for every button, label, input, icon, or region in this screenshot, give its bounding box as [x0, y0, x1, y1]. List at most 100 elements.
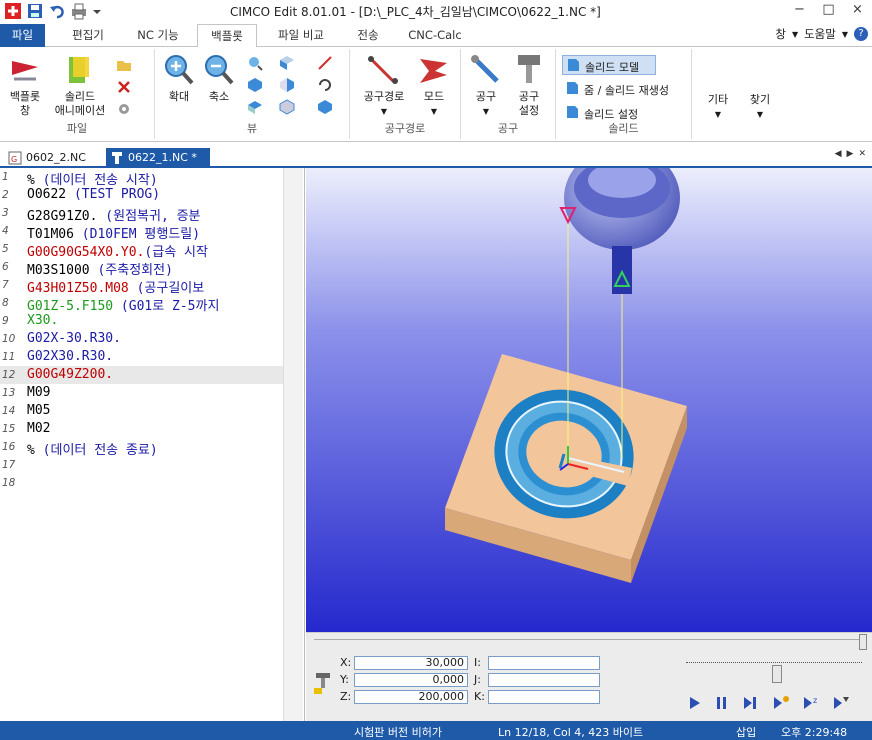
code-line[interactable]: 17: [0, 456, 290, 474]
code-line[interactable]: 12 G00G49Z200.: [0, 366, 290, 384]
tabs-scroll-right-icon[interactable]: ▶: [847, 149, 854, 159]
z-step-button[interactable]: z: [802, 695, 820, 714]
tab-backplot[interactable]: 백플롯: [197, 24, 257, 48]
editor-scrollbar[interactable]: [283, 168, 303, 721]
tab-editor[interactable]: 편집기: [60, 24, 116, 47]
code-editor[interactable]: 1% (데이터 전송 시작) 2 O0622 (TEST PROG) 3 G28G91Z…: [0, 168, 305, 721]
ribbon-group-view: 확대 축소 뷰: [155, 49, 350, 139]
view-side-icon[interactable]: [279, 99, 295, 115]
tabs-scroll-left-icon[interactable]: ◀: [835, 149, 842, 159]
backplot-viewport[interactable]: [306, 146, 872, 632]
code-line[interactable]: 18: [0, 474, 290, 492]
view-iso-icon[interactable]: [247, 77, 263, 93]
code-line[interactable]: 3 G28G91Z0. (원점복귀, 증분: [0, 204, 290, 222]
code-line[interactable]: 16% (데이터 전송 종료): [0, 438, 290, 456]
code-token: G00G90G54X0.Y0.: [27, 245, 145, 258]
tab-file[interactable]: 파일: [0, 24, 45, 47]
tab-transfer[interactable]: 전송: [346, 24, 390, 47]
code-token: G00G49Z200.: [27, 367, 114, 382]
code-line[interactable]: 7 G43H01Z50.M08 (공구길이보: [0, 276, 290, 294]
view-right-icon[interactable]: [279, 77, 295, 93]
progress-slider[interactable]: [859, 634, 867, 650]
code-line[interactable]: 8 G01Z-5.F150 (G01로 Z-5까지: [0, 294, 290, 312]
progress-track[interactable]: [314, 639, 866, 651]
code-line[interactable]: 2 O0622 (TEST PROG): [0, 186, 290, 204]
view-top-icon[interactable]: [247, 99, 263, 115]
toolpath-button[interactable]: 공구경로 ▼: [356, 53, 412, 119]
code-token: M09: [27, 385, 51, 400]
solid-settings-icon: [567, 106, 578, 118]
doc-tab-0622-1[interactable]: 0622_1.NC *: [106, 148, 210, 168]
doc-tab-0602-2[interactable]: G 0602_2.NC: [4, 148, 104, 168]
trial-notice: 시험판 버전 비허가: [354, 726, 442, 739]
backplot-window-button[interactable]: 백플롯 창: [4, 53, 46, 118]
step-forward-button[interactable]: [742, 695, 760, 714]
zoom-out-button[interactable]: 축소: [201, 53, 237, 104]
play-button[interactable]: [686, 695, 702, 714]
tab-cnc-calc[interactable]: CNC-Calc: [400, 24, 470, 47]
view-front-icon[interactable]: [279, 55, 295, 71]
speed-slider[interactable]: [772, 665, 782, 683]
code-token: M03S1000: [27, 263, 98, 276]
tool-setup-button[interactable]: 공구 설정: [509, 53, 549, 118]
measure-icon[interactable]: [317, 55, 333, 71]
solid-model-button[interactable]: 솔리드 모델: [562, 55, 656, 75]
other-button[interactable]: 기타 ▼: [700, 93, 736, 122]
code-line[interactable]: 11 G02X30.R30.: [0, 348, 290, 366]
window-menu[interactable]: 창: [775, 26, 786, 42]
pause-button[interactable]: [714, 695, 730, 714]
code-text: X30.: [27, 313, 58, 328]
save-icon[interactable]: [26, 2, 44, 20]
view-solid-icon[interactable]: [317, 99, 333, 115]
code-line[interactable]: 6 M03S1000 (주축정회전): [0, 258, 290, 276]
toolpath-icon: [368, 56, 398, 84]
code-line[interactable]: 14 M05: [0, 402, 290, 420]
window-menu-arrow-icon[interactable]: ▼: [792, 30, 798, 39]
settings-icon[interactable]: [116, 101, 132, 117]
code-line[interactable]: 9 X30.: [0, 312, 290, 330]
close-button[interactable]: ×: [843, 0, 872, 20]
open-folder-icon[interactable]: [116, 57, 132, 73]
skip-to-end-button[interactable]: [832, 695, 850, 714]
zoom-window-icon[interactable]: [247, 55, 263, 71]
ribbon-tabs: 파일 편집기 NC 기능 백플롯 파일 비교 전송 CNC-Calc 창 ▼ 도…: [0, 22, 872, 48]
y-label: Y:: [340, 673, 349, 686]
x-value: 30,000: [354, 656, 468, 670]
tool-button[interactable]: 공구 ▼: [467, 53, 505, 119]
help-menu[interactable]: 도움말: [804, 26, 836, 42]
code-line[interactable]: 13 M09: [0, 384, 290, 402]
tab-nc-functions[interactable]: NC 기능: [125, 24, 191, 47]
qat-dropdown-icon[interactable]: [92, 2, 102, 20]
minimize-button[interactable]: −: [785, 0, 814, 20]
rotate-icon[interactable]: [317, 77, 333, 93]
zoom-in-button[interactable]: 확대: [161, 53, 197, 104]
code-line[interactable]: 10 G02X-30.R30.: [0, 330, 290, 348]
j-value: [488, 673, 600, 687]
speed-track[interactable]: [686, 657, 862, 663]
solid-model-icon: [568, 59, 579, 71]
code-text: G28G91Z0. (원점복귀, 증분: [27, 205, 201, 222]
print-icon[interactable]: [70, 2, 88, 20]
code-token: (데이터 전송 시작): [42, 173, 158, 186]
tool-change-step-button[interactable]: [772, 695, 790, 714]
maximize-button[interactable]: □: [814, 0, 843, 20]
zoom-solid-regen-button[interactable]: 줌 / 솔리드 재생성: [562, 79, 692, 99]
line-number: 10: [2, 333, 16, 345]
code-text: T01M06 (D10FEM 평행드릴): [27, 223, 200, 240]
tab-file-compare[interactable]: 파일 비교: [265, 24, 337, 47]
delete-icon[interactable]: [116, 79, 132, 95]
undo-icon[interactable]: [48, 2, 66, 20]
app-logo-icon[interactable]: [4, 2, 22, 20]
z-value: 200,000: [354, 690, 468, 704]
help-icon[interactable]: ?: [854, 27, 868, 41]
solid-animation-button[interactable]: 솔리드 애니메이션: [50, 53, 110, 118]
code-text: G00G90G54X0.Y0.(급속 시작: [27, 241, 208, 258]
code-line[interactable]: 15 M02: [0, 420, 290, 438]
mode-button[interactable]: 모드 ▼: [414, 53, 454, 119]
help-menu-arrow-icon[interactable]: ▼: [842, 30, 848, 39]
code-line[interactable]: 5 G00G90G54X0.Y0.(급속 시작: [0, 240, 290, 258]
code-line[interactable]: 4 T01M06 (D10FEM 평행드릴): [0, 222, 290, 240]
find-button[interactable]: 찾기 ▼: [742, 93, 778, 122]
tabs-close-icon[interactable]: ✕: [858, 149, 866, 159]
code-line[interactable]: 1% (데이터 전송 시작): [0, 168, 290, 186]
